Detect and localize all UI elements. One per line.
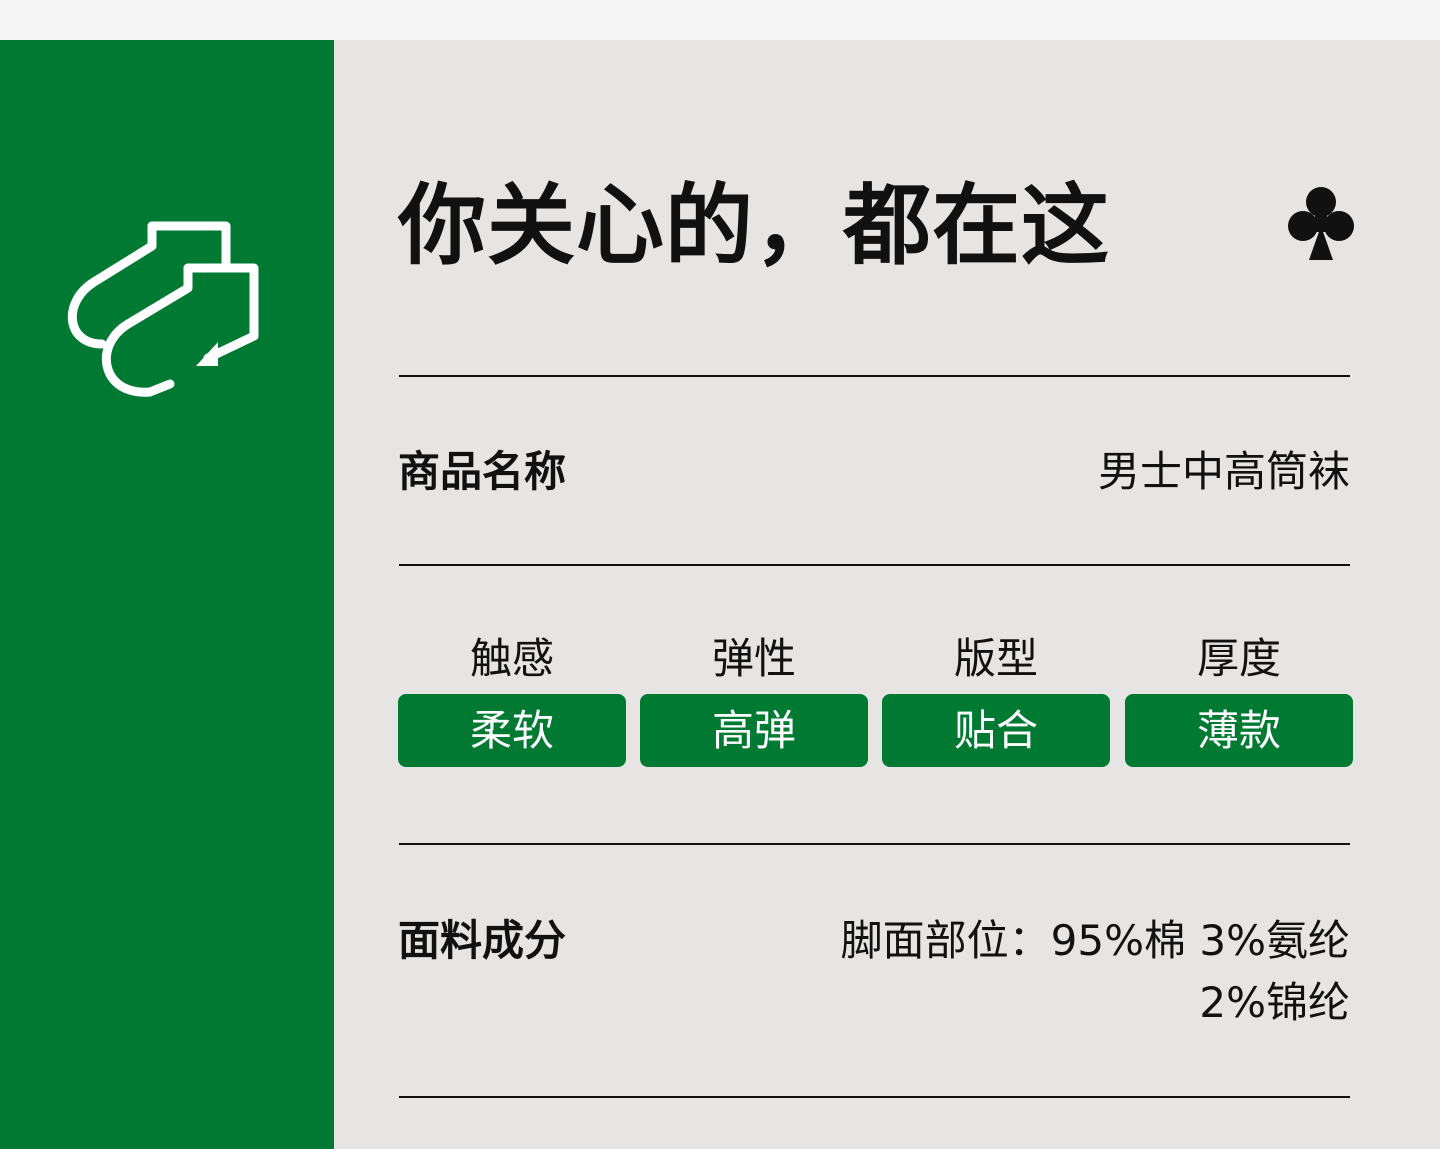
fabric-composition-line: 脚面部位：95%棉 3%氨纶 [840, 916, 1350, 965]
fabric-composition-line: 2%锦纶 [1199, 978, 1350, 1027]
attribute-value-badge: 贴合 [882, 694, 1110, 767]
page-title: 你关心的，都在这 [398, 174, 1111, 277]
attribute-label: 触感 [469, 634, 554, 683]
product-name-value: 男士中高筒袜 [1097, 447, 1350, 496]
sidebar [0, 40, 334, 1149]
top-strip [0, 0, 1440, 40]
attribute-label: 厚度 [1196, 634, 1281, 683]
sock-icon [67, 221, 259, 397]
attribute-thickness: 厚度 薄款 [1125, 634, 1353, 767]
attribute-value-badge: 柔软 [398, 694, 626, 767]
attribute-touch: 触感 柔软 [398, 634, 626, 767]
divider [399, 843, 1350, 845]
divider [399, 375, 1350, 377]
attribute-value-badge: 高弹 [640, 694, 868, 767]
attribute-fit: 版型 贴合 [882, 634, 1110, 767]
divider [399, 1096, 1350, 1098]
attribute-label: 版型 [953, 634, 1038, 683]
attribute-value-badge: 薄款 [1125, 694, 1353, 767]
product-name-label: 商品名称 [398, 447, 567, 496]
club-suit-icon [1288, 187, 1354, 260]
divider [399, 564, 1350, 566]
page: 你关心的，都在这 商品名称 男士中高筒袜 触感 柔软 弹性 高弹 版型 贴合 厚… [0, 0, 1440, 1149]
fabric-label: 面料成分 [398, 916, 567, 965]
attribute-elasticity: 弹性 高弹 [640, 634, 868, 767]
fabric-composition: 脚面部位：95%棉 3%氨纶 2%锦纶 [841, 916, 1350, 1028]
main-panel: 你关心的，都在这 商品名称 男士中高筒袜 触感 柔软 弹性 高弹 版型 贴合 厚… [334, 40, 1440, 1149]
attribute-label: 弹性 [711, 634, 796, 683]
